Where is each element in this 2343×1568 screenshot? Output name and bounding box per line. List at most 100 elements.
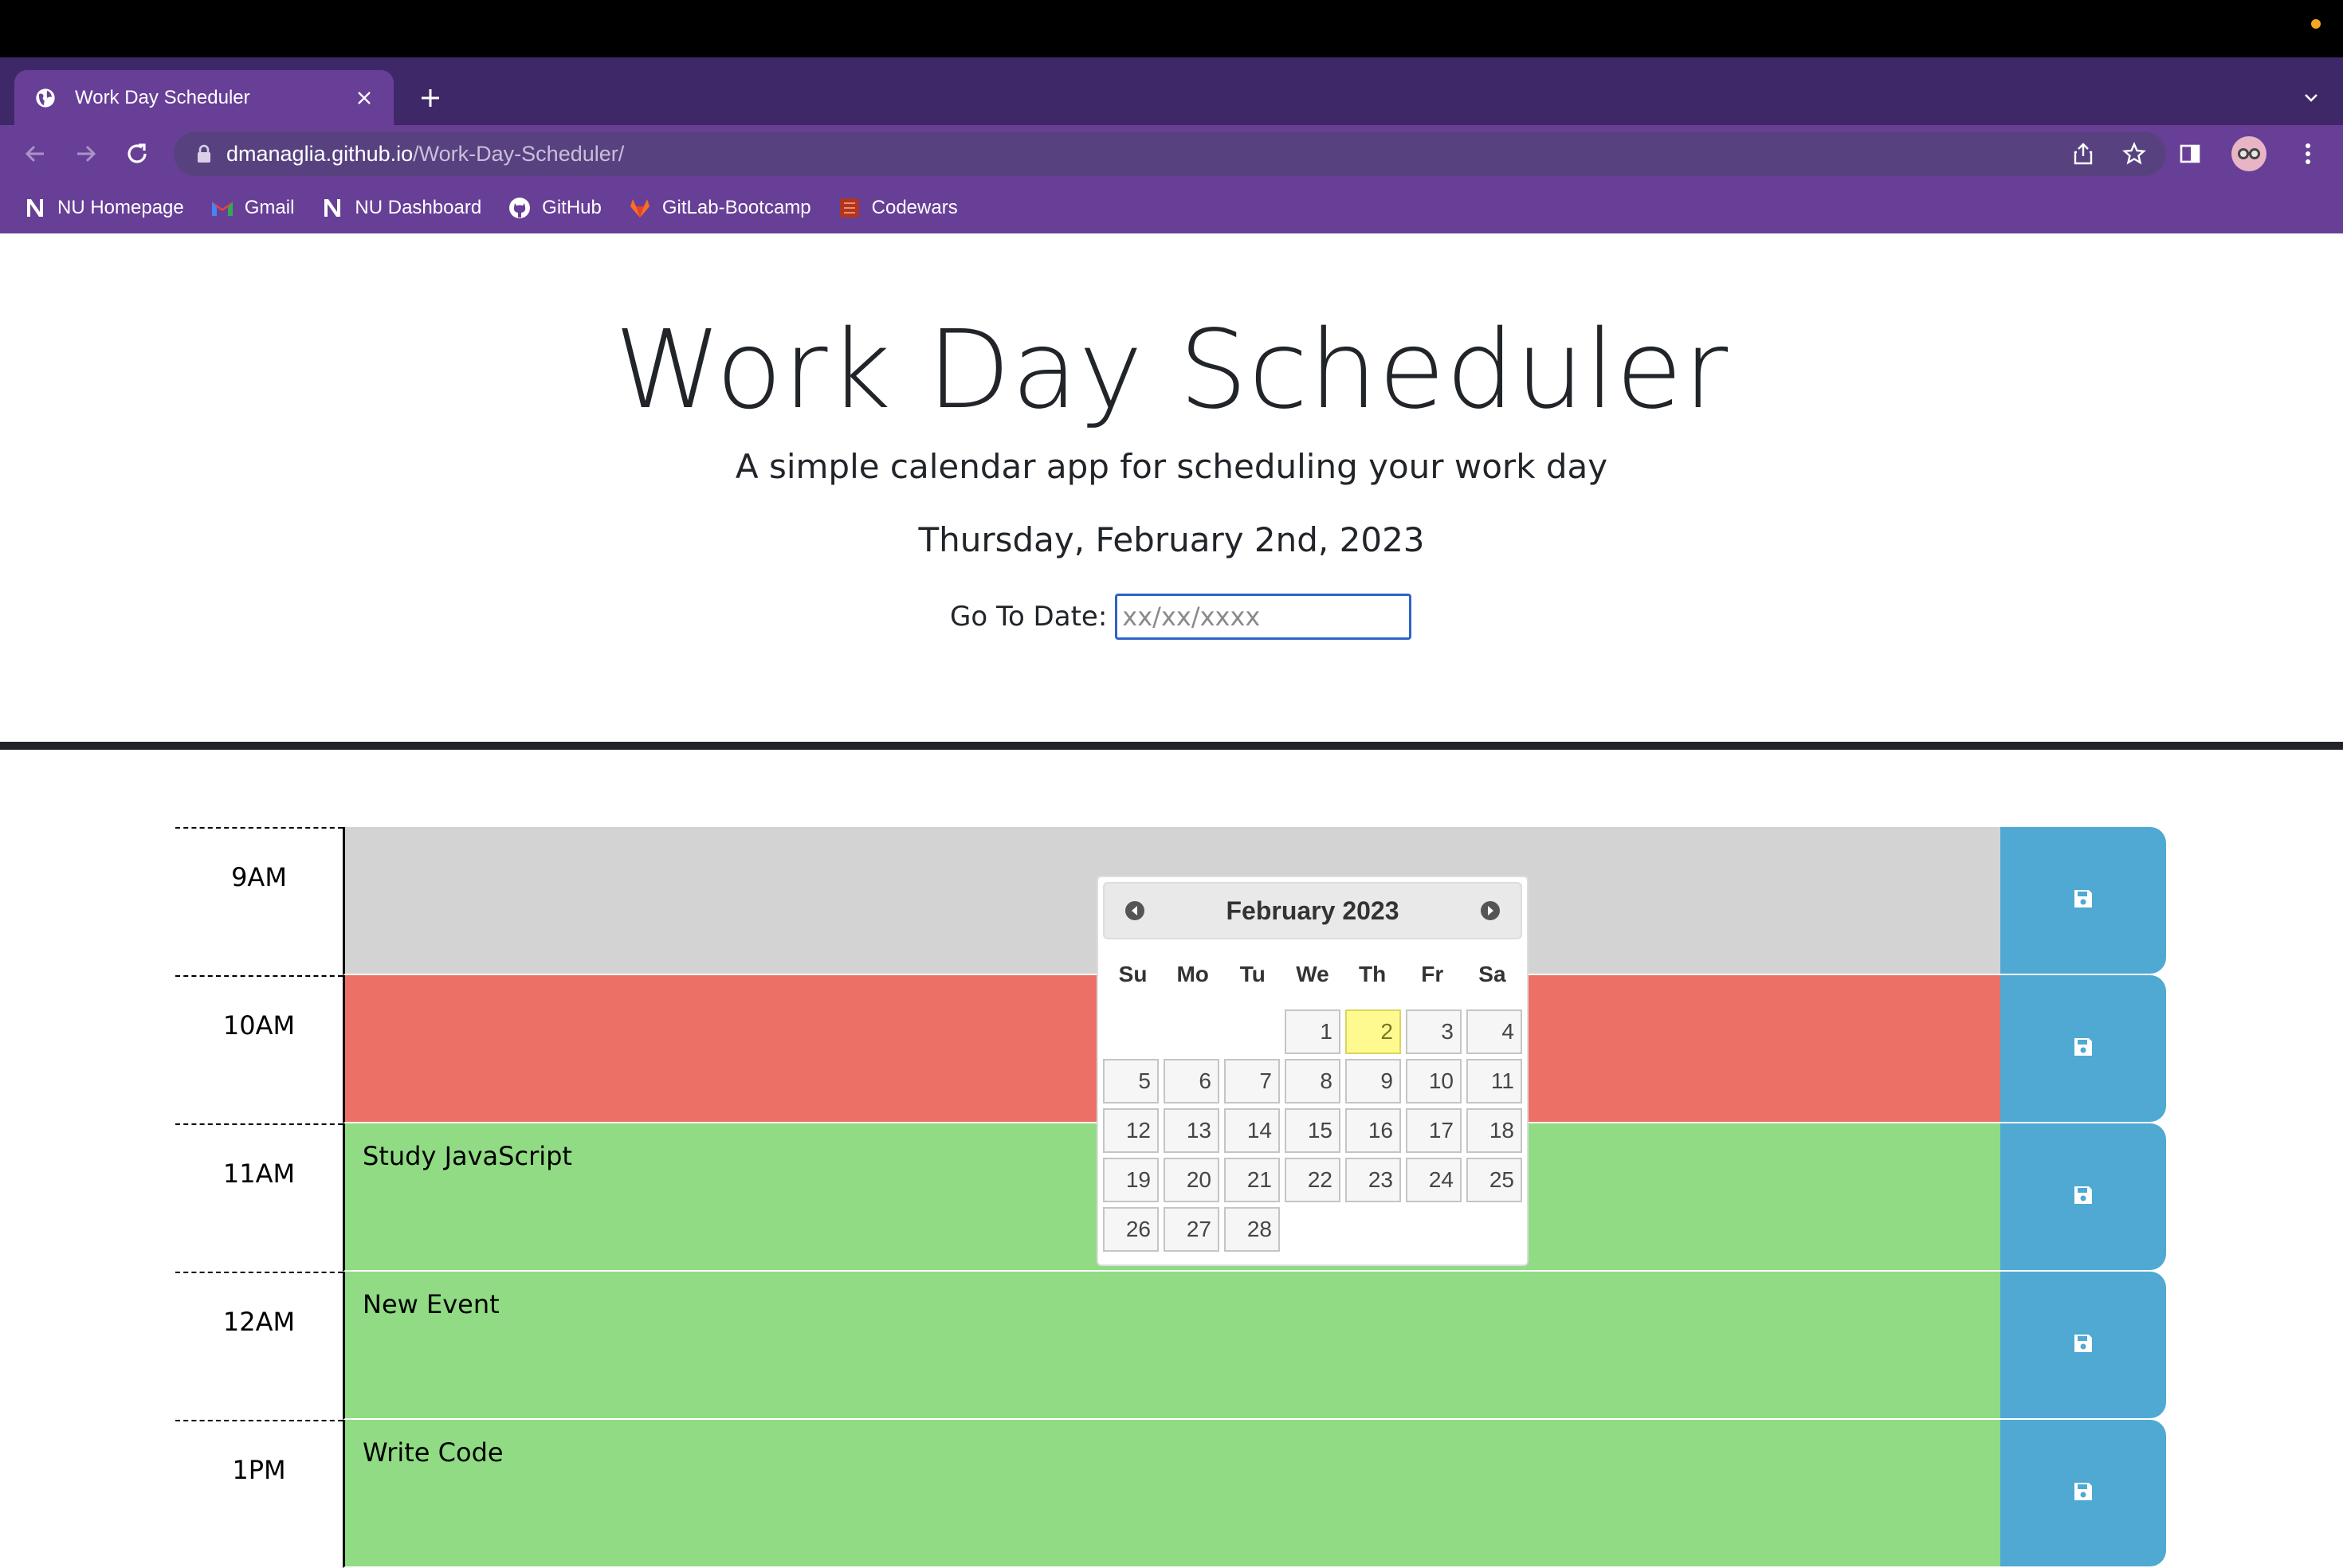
datepicker-day[interactable]: 10 (1406, 1059, 1462, 1103)
jumbotron-header: Work Day Scheduler A simple calendar app… (0, 233, 2343, 743)
datepicker-popup: February 2023 Su Mo Tu We Th Fr Sa 1 2 3 4 5 6 7 8 9 10… (1097, 876, 1529, 1266)
datepicker-day[interactable]: 9 (1345, 1059, 1401, 1103)
event-textarea[interactable]: New Event (343, 1272, 2000, 1420)
profile-avatar[interactable] (2231, 136, 2266, 171)
hour-text: 10AM (222, 1010, 296, 1041)
gitlab-icon (627, 195, 653, 221)
header-divider (0, 742, 2343, 750)
bookmark-label: NU Dashboard (355, 197, 482, 218)
goto-date-group: Go To Date: (950, 594, 1412, 640)
reload-icon[interactable] (123, 139, 151, 168)
datepicker-day[interactable]: 12 (1103, 1108, 1159, 1153)
datepicker-day[interactable]: 22 (1285, 1158, 1340, 1202)
browser-toolbar: dmanaglia.github.io/Work-Day-Scheduler/ (0, 125, 2343, 182)
datepicker-day[interactable]: 21 (1224, 1158, 1280, 1202)
bookmark-gitlab-bootcamp[interactable]: GitLab-Bootcamp (627, 195, 811, 221)
bookmark-label: Codewars (871, 197, 958, 218)
hour-text: 11AM (222, 1158, 296, 1189)
datepicker-day[interactable]: 7 (1224, 1059, 1280, 1103)
event-textarea[interactable]: Write Code (343, 1420, 2000, 1568)
hour-label: 12AM (175, 1272, 343, 1420)
datepicker-day[interactable]: 14 (1224, 1108, 1280, 1153)
bookmark-github[interactable]: GitHub (507, 195, 602, 221)
datepicker-day[interactable]: 25 (1466, 1158, 1522, 1202)
tab-strip: Work Day Scheduler (0, 57, 2343, 125)
datepicker-day[interactable]: 8 (1285, 1059, 1340, 1103)
github-icon (507, 195, 532, 221)
url-text: dmanaglia.github.io/Work-Day-Scheduler/ (226, 142, 624, 167)
hour-label: 11AM (175, 1123, 343, 1272)
save-floppy-icon (2072, 1036, 2094, 1061)
datepicker-weekdays: Su Mo Tu We Th Fr Sa (1103, 962, 1522, 987)
datepicker-day[interactable]: 3 (1406, 1009, 1462, 1054)
weekday-header: Sa (1478, 962, 1506, 986)
datepicker-day[interactable]: 13 (1164, 1108, 1219, 1153)
save-button[interactable] (2000, 1123, 2166, 1270)
share-icon[interactable] (2069, 139, 2098, 168)
bookmarks-bar: NU Homepage Gmail NU Dashboard GitHub Gi… (0, 182, 2343, 233)
weekday-header: Su (1118, 962, 1148, 986)
datepicker-day[interactable]: 23 (1345, 1158, 1401, 1202)
bookmark-gmail[interactable]: Gmail (210, 195, 295, 221)
chevron-down-icon[interactable] (2297, 84, 2325, 112)
save-button[interactable] (2000, 827, 2166, 974)
bookmark-label: Gmail (244, 197, 295, 218)
forward-arrow-icon[interactable] (72, 139, 100, 168)
codewars-icon (837, 195, 862, 221)
url-path: /Work-Day-Scheduler/ (413, 141, 625, 166)
save-floppy-icon (2072, 888, 2094, 913)
side-panel-icon[interactable] (2176, 139, 2204, 168)
weekday-header: Th (1359, 962, 1387, 986)
bookmark-nu-homepage[interactable]: NU Homepage (22, 195, 184, 221)
gmail-icon (210, 195, 235, 221)
new-tab-button[interactable] (414, 82, 446, 114)
globe-icon (33, 86, 57, 110)
notion-icon (320, 195, 345, 221)
bookmark-label: NU Homepage (57, 197, 184, 218)
save-floppy-icon (2072, 1332, 2094, 1358)
datepicker-day[interactable]: 27 (1164, 1207, 1219, 1252)
datepicker-day[interactable]: 16 (1345, 1108, 1401, 1153)
save-button[interactable] (2000, 975, 2166, 1122)
datepicker-day[interactable]: 11 (1466, 1059, 1522, 1103)
datepicker-day[interactable]: 18 (1466, 1108, 1522, 1153)
datepicker-day[interactable]: 24 (1406, 1158, 1462, 1202)
datepicker-day-today[interactable]: 2 (1345, 1009, 1401, 1054)
empty-day-cell (1164, 1009, 1219, 1056)
datepicker-day[interactable]: 6 (1164, 1059, 1219, 1103)
datepicker-day[interactable]: 4 (1466, 1009, 1522, 1054)
save-button[interactable] (2000, 1420, 2166, 1566)
page-content: Work Day Scheduler A simple calendar app… (0, 233, 2343, 1568)
lock-icon[interactable] (194, 143, 214, 165)
bookmark-label: GitHub (542, 197, 602, 218)
hour-label: 10AM (175, 975, 343, 1123)
kebab-menu-icon[interactable] (2294, 139, 2322, 168)
bookmark-star-icon[interactable] (2120, 139, 2149, 168)
time-block-1pm: 1PM Write Code (175, 1420, 2168, 1568)
datepicker-day[interactable]: 5 (1103, 1059, 1159, 1103)
datepicker-day[interactable]: 28 (1224, 1207, 1280, 1252)
weekday-header: We (1296, 962, 1329, 986)
bookmark-nu-dashboard[interactable]: NU Dashboard (320, 195, 481, 221)
datepicker-day[interactable]: 17 (1406, 1108, 1462, 1153)
time-block-12am: 12AM New Event (175, 1272, 2168, 1420)
datepicker-day[interactable]: 19 (1103, 1158, 1159, 1202)
datepicker-day[interactable]: 26 (1103, 1207, 1159, 1252)
hour-text: 12AM (222, 1307, 296, 1337)
datepicker-day[interactable]: 1 (1285, 1009, 1340, 1054)
save-button[interactable] (2000, 1272, 2166, 1418)
tab-work-day-scheduler[interactable]: Work Day Scheduler (14, 70, 394, 125)
next-month-icon[interactable] (1479, 900, 1501, 922)
close-icon[interactable] (352, 86, 376, 110)
empty-day-cell (1224, 1009, 1280, 1056)
datepicker-day[interactable]: 20 (1164, 1158, 1219, 1202)
page-title: Work Day Scheduler (614, 308, 1729, 433)
datepicker-day[interactable]: 15 (1285, 1108, 1340, 1153)
weekday-header: Tu (1239, 962, 1266, 986)
address-bar[interactable]: dmanaglia.github.io/Work-Day-Scheduler/ (174, 131, 2166, 176)
bookmark-codewars[interactable]: Codewars (837, 195, 958, 221)
weekday-header: Fr (1421, 962, 1444, 986)
goto-date-input[interactable] (1115, 594, 1412, 640)
back-arrow-icon[interactable] (21, 139, 49, 168)
datepicker-days-grid: 1 2 3 4 5 6 7 8 9 10 11 12 13 14 15 16 17 18 19 20 21 22 23 24 2… (1103, 1008, 1522, 1255)
